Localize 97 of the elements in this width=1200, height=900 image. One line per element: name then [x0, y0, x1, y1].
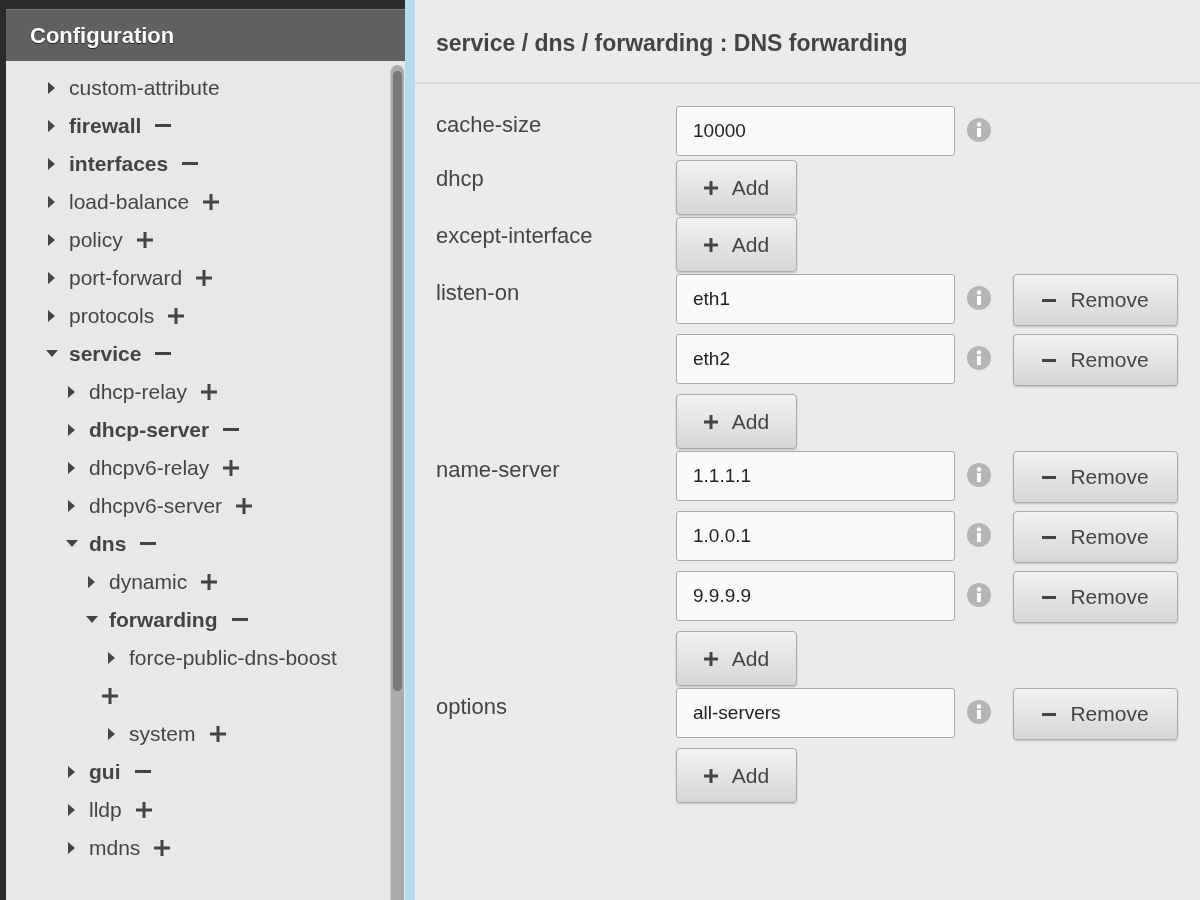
remove-button[interactable]: Remove: [1013, 274, 1178, 326]
tree-item[interactable]: dhcp-relay: [89, 376, 188, 408]
tree-item[interactable]: interfaces: [69, 148, 169, 180]
field-label: options: [436, 693, 508, 721]
minus-icon[interactable]: [134, 770, 151, 774]
remove-button[interactable]: Remove: [1013, 571, 1178, 623]
caret-right-icon[interactable]: [88, 576, 96, 588]
add-button[interactable]: Add: [676, 217, 797, 272]
remove-button[interactable]: Remove: [1013, 511, 1178, 563]
minus-icon[interactable]: [155, 352, 172, 356]
text-field[interactable]: all-servers: [676, 688, 955, 738]
text-field[interactable]: 10000: [676, 106, 955, 156]
tree-item[interactable]: lldp: [89, 794, 122, 826]
plus-icon: [703, 414, 718, 429]
caret-down-icon[interactable]: [86, 616, 98, 624]
add-button[interactable]: Add: [676, 748, 797, 803]
field-label: listen-on: [436, 279, 521, 307]
remove-button[interactable]: Remove: [1013, 451, 1178, 503]
plus-icon[interactable]: [203, 194, 220, 210]
add-button[interactable]: Add: [676, 631, 797, 686]
tree-item[interactable]: load-balance: [69, 186, 190, 218]
plus-icon[interactable]: [135, 802, 152, 818]
tree-item[interactable]: dhcpv6-server: [89, 490, 223, 522]
add-button[interactable]: Add: [676, 394, 797, 449]
text-field[interactable]: eth2: [676, 334, 955, 384]
minus-icon: [1042, 475, 1057, 479]
minus-icon: [1042, 712, 1057, 716]
caret-right-icon[interactable]: [48, 196, 56, 208]
caret-right-icon[interactable]: [68, 842, 76, 854]
tree-item[interactable]: port-forward: [69, 262, 183, 294]
field-label: dhcp: [436, 165, 485, 193]
plus-icon[interactable]: [236, 498, 253, 514]
plus-icon[interactable]: [196, 270, 213, 286]
caret-right-icon[interactable]: [48, 310, 56, 322]
tree-item[interactable]: dhcp-server: [89, 414, 210, 446]
plus-icon[interactable]: [102, 688, 118, 704]
tree-item[interactable]: system: [129, 718, 196, 750]
minus-icon: [1042, 358, 1057, 362]
tree-item[interactable]: policy: [69, 224, 123, 256]
caret-right-icon[interactable]: [108, 652, 116, 664]
text-field[interactable]: eth1: [676, 274, 955, 324]
minus-icon[interactable]: [231, 618, 248, 622]
plus-icon[interactable]: [201, 574, 218, 590]
minus-icon[interactable]: [140, 542, 157, 546]
plus-icon[interactable]: [136, 232, 153, 248]
plus-icon: [703, 651, 718, 666]
minus-icon[interactable]: [182, 162, 199, 166]
caret-right-icon[interactable]: [68, 386, 76, 398]
caret-right-icon[interactable]: [48, 82, 56, 94]
plus-icon: [703, 768, 718, 783]
caret-right-icon[interactable]: [68, 804, 76, 816]
minus-icon[interactable]: [155, 124, 172, 128]
tree-item[interactable]: gui: [89, 756, 121, 788]
field-label: name-server: [436, 456, 561, 484]
text-field[interactable]: 9.9.9.9: [676, 571, 955, 621]
tree-item[interactable]: mdns: [89, 832, 141, 864]
plus-icon: [703, 237, 718, 252]
panel-title: service / dns / forwarding : DNS forwarding: [436, 28, 908, 58]
tree-item[interactable]: protocols: [69, 300, 155, 332]
caret-right-icon[interactable]: [48, 120, 56, 132]
caret-right-icon[interactable]: [68, 766, 76, 778]
caret-right-icon[interactable]: [68, 462, 76, 474]
tree-item[interactable]: dynamic: [109, 566, 188, 598]
tree-item[interactable]: service: [69, 338, 142, 370]
tree-item[interactable]: custom-attribute: [69, 72, 220, 104]
caret-down-icon[interactable]: [66, 540, 78, 548]
text-field[interactable]: 1.0.0.1: [676, 511, 955, 561]
tree-item[interactable]: firewall: [69, 110, 142, 142]
tree-item[interactable]: dns: [89, 528, 127, 560]
tree-item[interactable]: force-public-dns-boost: [129, 642, 337, 674]
tree-item[interactable]: dhcpv6-relay: [89, 452, 210, 484]
plus-icon[interactable]: [168, 308, 185, 324]
field-label: cache-size: [436, 111, 543, 139]
plus-icon[interactable]: [209, 726, 226, 742]
add-button[interactable]: Add: [676, 160, 797, 215]
caret-right-icon[interactable]: [68, 424, 76, 436]
remove-button[interactable]: Remove: [1013, 334, 1178, 386]
sidebar-header: Configuration: [6, 9, 405, 61]
caret-right-icon[interactable]: [48, 234, 56, 246]
remove-button[interactable]: Remove: [1013, 688, 1178, 740]
minus-icon[interactable]: [223, 428, 240, 432]
field-label: except-interface: [436, 222, 594, 250]
scrollbar[interactable]: [390, 65, 404, 900]
minus-icon: [1042, 535, 1057, 539]
caret-right-icon[interactable]: [48, 158, 56, 170]
minus-icon: [1042, 298, 1057, 302]
minus-icon: [1042, 595, 1057, 599]
caret-down-icon[interactable]: [46, 350, 58, 358]
plus-icon[interactable]: [154, 840, 171, 856]
caret-right-icon[interactable]: [108, 728, 116, 740]
plus-icon[interactable]: [201, 384, 218, 400]
plus-icon: [703, 180, 718, 195]
plus-icon[interactable]: [223, 460, 240, 476]
caret-right-icon[interactable]: [48, 272, 56, 284]
caret-right-icon[interactable]: [68, 500, 76, 512]
tree-item[interactable]: forwarding: [109, 604, 218, 636]
text-field[interactable]: 1.1.1.1: [676, 451, 955, 501]
